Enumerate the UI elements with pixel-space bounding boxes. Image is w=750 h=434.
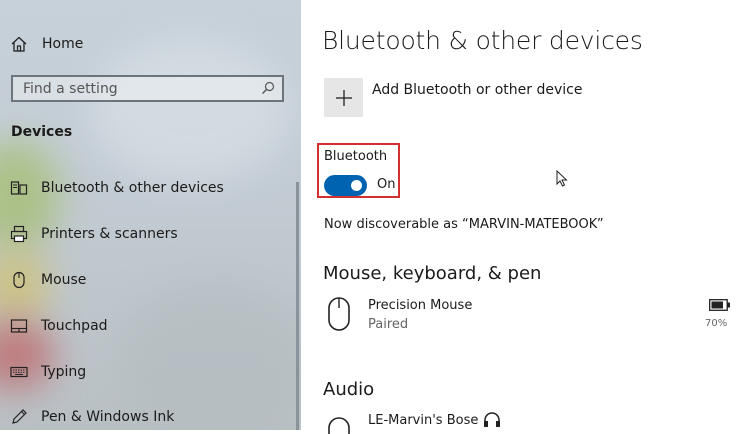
add-device-button[interactable] <box>324 78 363 117</box>
device-name: LE-Marvin's Bose <box>368 412 479 428</box>
search-icon[interactable] <box>261 81 275 95</box>
home-icon <box>11 36 27 52</box>
settings-sidebar: Home Devices Bluetooth & other devices P… <box>0 0 301 430</box>
sidebar-item-touchpad[interactable]: Touchpad <box>0 309 296 343</box>
sidebar-item-mouse[interactable]: Mouse <box>0 263 296 297</box>
sidebar-item-label: Mouse <box>41 272 87 288</box>
sidebar-item-pen[interactable]: Pen & Windows Ink <box>0 400 296 430</box>
audio-device-icon <box>328 417 350 434</box>
search-box[interactable] <box>11 75 284 102</box>
page-title: Bluetooth & other devices <box>322 26 643 55</box>
device-status: Paired <box>368 317 409 332</box>
mouse-keyboard-pen-heading: Mouse, keyboard, & pen <box>323 263 542 284</box>
bluetooth-devices-icon <box>10 181 28 195</box>
plus-icon <box>335 89 352 106</box>
discoverable-text: Now discoverable as “MARVIN-MATEBOOK” <box>324 217 604 232</box>
search-input[interactable] <box>13 77 243 100</box>
home-label: Home <box>42 36 84 52</box>
sidebar-item-label: Touchpad <box>41 318 108 334</box>
sidebar-scrollbar[interactable] <box>296 182 299 430</box>
sidebar-item-label: Pen & Windows Ink <box>41 409 175 425</box>
toggle-knob <box>351 180 362 191</box>
home-nav-item[interactable]: Home <box>10 32 83 56</box>
bluetooth-toggle-state: On <box>377 177 396 192</box>
battery-icon <box>709 299 730 311</box>
sidebar-section-title: Devices <box>11 124 73 140</box>
audio-heading: Audio <box>323 379 375 400</box>
add-device-label[interactable]: Add Bluetooth or other device <box>372 82 582 98</box>
mouse-pointer-icon <box>556 170 568 187</box>
keyboard-icon <box>10 366 28 378</box>
pen-icon <box>12 409 27 424</box>
main-content: Bluetooth & other devices Add Bluetooth … <box>301 0 750 434</box>
headphones-icon <box>484 412 501 427</box>
sidebar-item-bluetooth[interactable]: Bluetooth & other devices <box>0 171 296 205</box>
sidebar-item-label: Printers & scanners <box>41 226 178 242</box>
sidebar-item-typing[interactable]: Typing <box>0 355 296 389</box>
sidebar-item-printers[interactable]: Printers & scanners <box>0 217 296 251</box>
audio-device-row[interactable]: LE-Marvin's Bose <box>368 412 501 428</box>
bluetooth-toggle[interactable] <box>324 175 367 196</box>
printer-icon <box>10 225 28 243</box>
sidebar-item-label: Bluetooth & other devices <box>41 180 224 196</box>
sidebar-item-label: Typing <box>41 364 87 380</box>
mouse-device-icon <box>328 297 350 331</box>
battery-percentage: 70% <box>705 318 728 329</box>
mouse-icon <box>13 271 25 289</box>
touchpad-icon <box>10 319 28 333</box>
bluetooth-label: Bluetooth <box>324 149 388 164</box>
device-name[interactable]: Precision Mouse <box>368 298 472 313</box>
